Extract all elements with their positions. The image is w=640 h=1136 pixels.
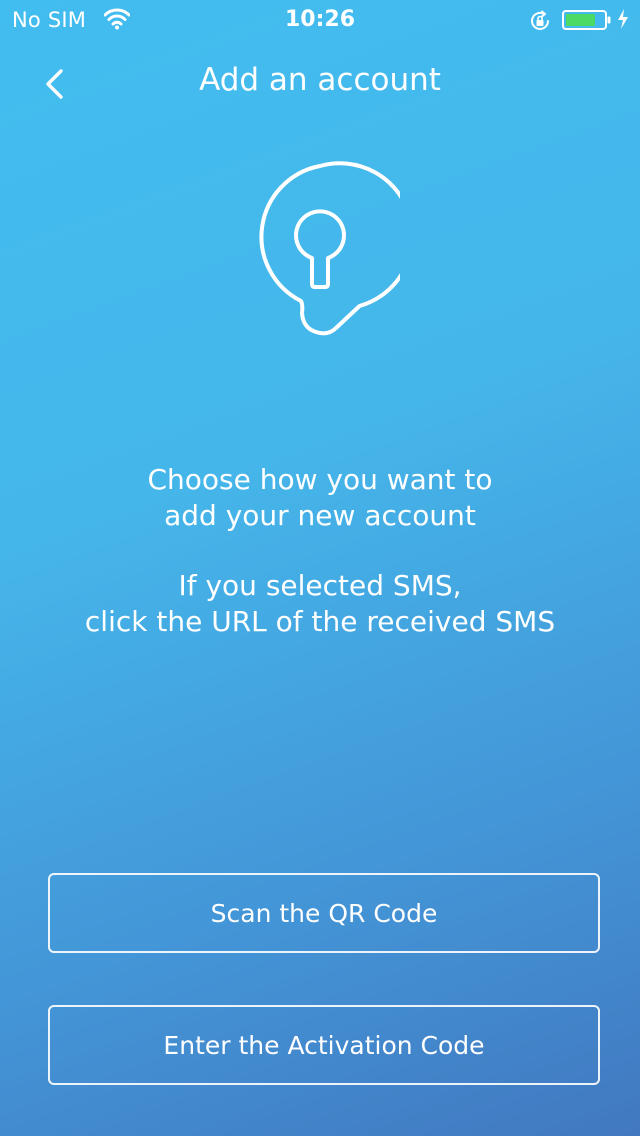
instruction-line-4: click the URL of the received SMS [84, 605, 556, 638]
nav-bar: Add an account [0, 40, 640, 128]
battery-icon [562, 9, 612, 31]
page-title: Add an account [199, 62, 441, 98]
status-bar: No SIM 10:26 [0, 0, 640, 40]
instruction-line-1: Choose how you want to [147, 463, 493, 496]
enter-activation-code-button[interactable]: Enter the Activation Code [48, 1005, 600, 1085]
scan-qr-code-button[interactable]: Scan the QR Code [48, 873, 600, 953]
instruction-text: Choose how you want to add your new acco… [40, 462, 600, 640]
instruction-line-2: add your new account [164, 499, 476, 532]
scan-qr-code-label: Scan the QR Code [210, 898, 438, 928]
keyhole-icon [240, 160, 415, 340]
rotation-lock-icon [528, 9, 552, 33]
enter-activation-code-label: Enter the Activation Code [163, 1030, 485, 1060]
charging-bolt-icon [617, 8, 629, 30]
instruction-line-3: If you selected SMS, [178, 569, 462, 602]
